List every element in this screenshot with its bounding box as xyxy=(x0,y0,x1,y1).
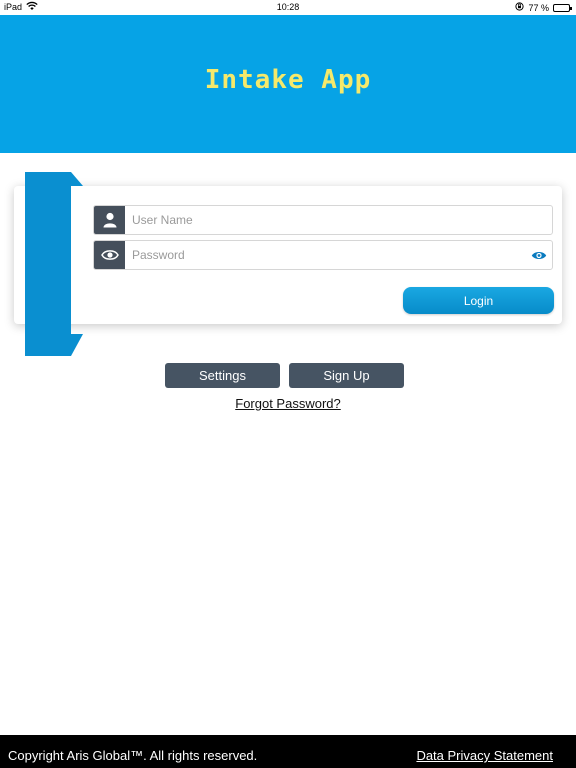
forgot-password-link[interactable]: Forgot Password? xyxy=(0,396,576,411)
app-header: Intake App xyxy=(0,15,576,153)
footer: Copyright Aris Global™. All rights reser… xyxy=(0,735,576,768)
orientation-lock-icon xyxy=(515,2,525,13)
copyright-text: Copyright Aris Global™. All rights reser… xyxy=(8,748,258,763)
battery-icon xyxy=(553,3,572,12)
app-title: Intake App xyxy=(204,65,372,95)
login-button[interactable]: Login xyxy=(403,287,554,314)
settings-button[interactable]: Settings xyxy=(165,363,280,388)
status-bar: iPad 10:28 77 % xyxy=(0,0,576,15)
password-field xyxy=(93,240,553,270)
privacy-statement-link[interactable]: Data Privacy Statement xyxy=(416,748,553,763)
eye-icon xyxy=(94,241,125,269)
ribbon-fold-top xyxy=(71,172,83,186)
battery-percent: 77 % xyxy=(528,2,549,13)
password-input[interactable] xyxy=(125,241,526,269)
username-field xyxy=(93,205,553,235)
ribbon-fold-bottom xyxy=(71,334,83,356)
forgot-password-label[interactable]: Forgot Password? xyxy=(235,396,341,411)
signup-button[interactable]: Sign Up xyxy=(289,363,404,388)
show-password-eye-icon[interactable] xyxy=(526,241,552,269)
card-ribbon xyxy=(25,172,71,356)
status-time: 10:28 xyxy=(276,2,300,12)
user-icon xyxy=(94,206,125,234)
status-right: 77 % xyxy=(515,2,572,13)
login-screen: iPad 10:28 77 % Intake App L xyxy=(0,0,576,768)
username-input[interactable] xyxy=(125,206,552,234)
